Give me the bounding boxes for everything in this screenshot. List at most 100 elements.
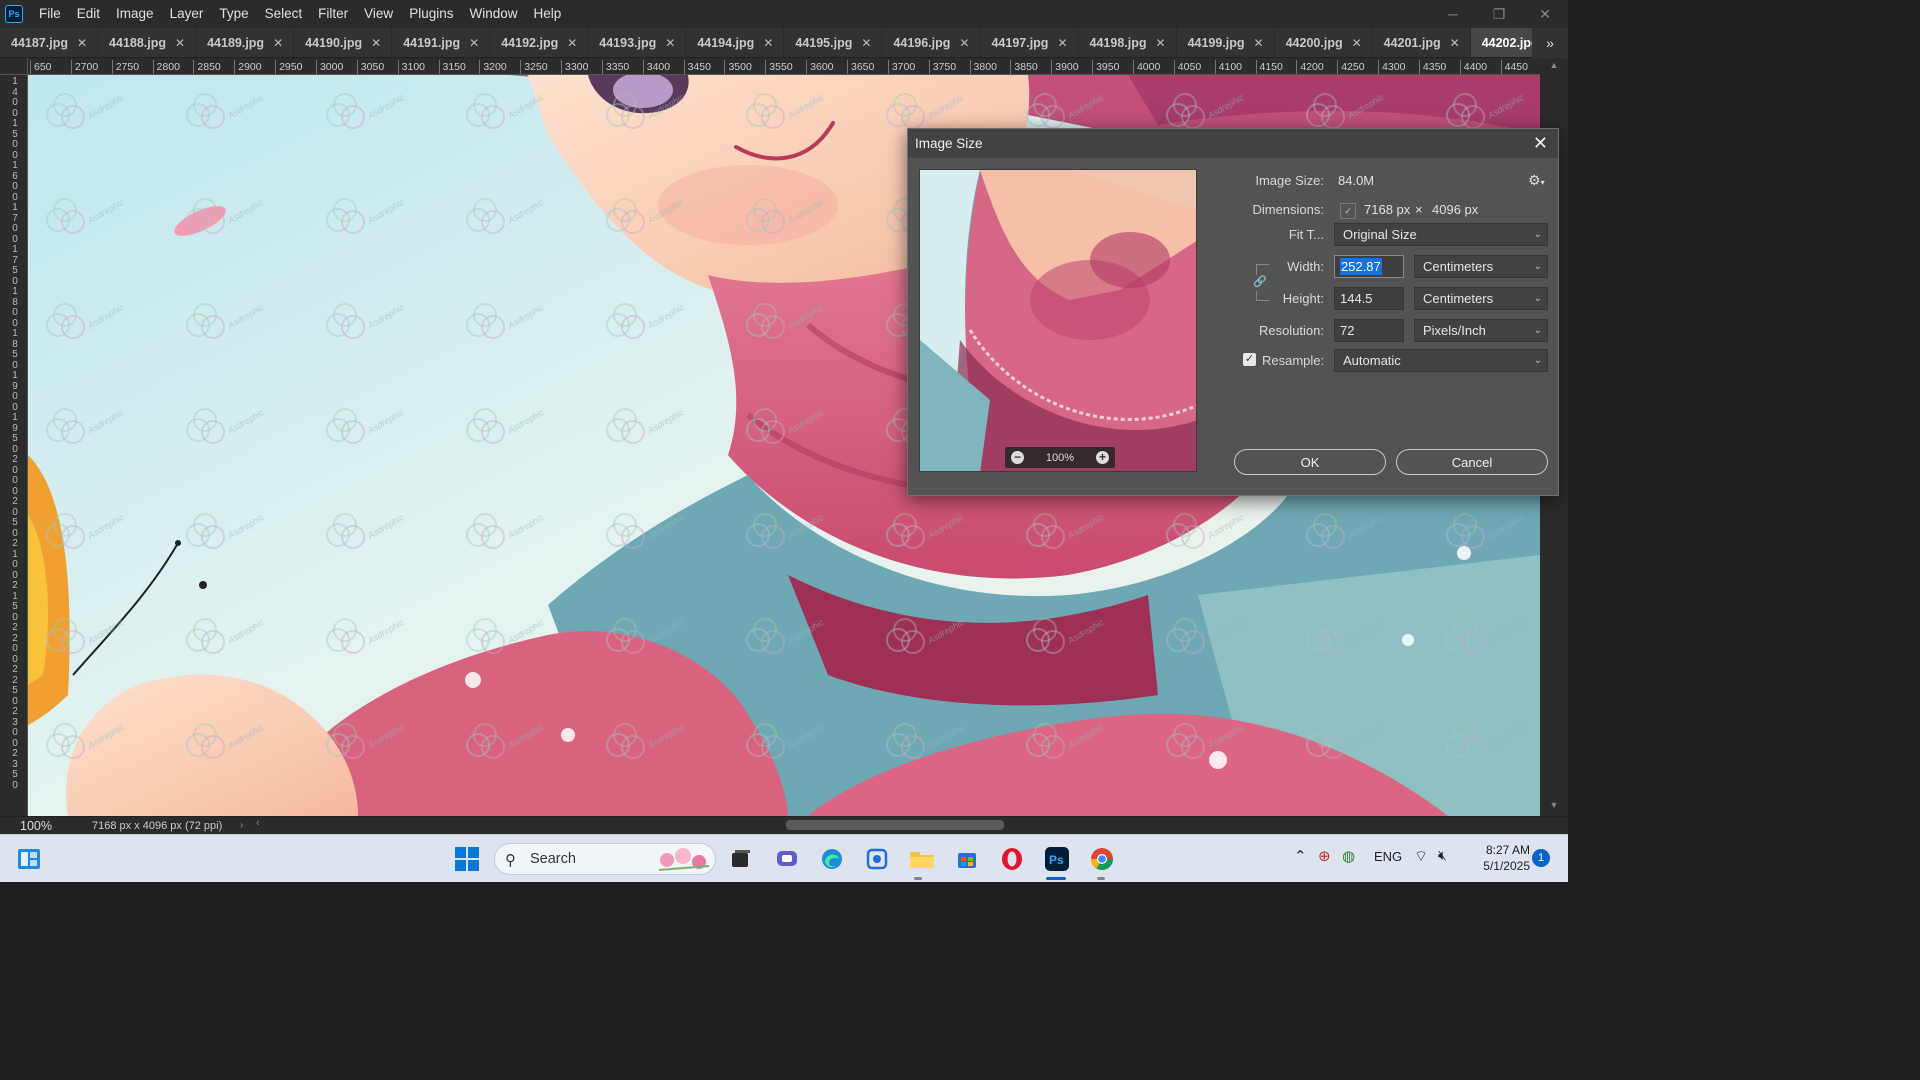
document-tab[interactable]: 44201.jpg ✕	[1373, 28, 1471, 57]
dialog-close-icon[interactable]: ✕	[1533, 133, 1548, 154]
document-tab[interactable]: 44188.jpg ✕	[98, 28, 197, 57]
horizontal-scrollbar[interactable]: ‹	[256, 817, 1540, 830]
tab-close-icon[interactable]: ✕	[1450, 36, 1460, 50]
dimensions-units-chevron-icon[interactable]: ✓	[1340, 203, 1356, 219]
tab-close-icon[interactable]: ✕	[959, 36, 969, 50]
resample-select[interactable]: Automatic ⌄	[1334, 349, 1548, 372]
zoom-in-icon[interactable]: +	[1095, 451, 1109, 464]
windows-start-icon[interactable]	[452, 844, 482, 874]
system-clock[interactable]: 8:27 AM 5/1/2025	[1470, 842, 1530, 874]
document-tab[interactable]: 44198.jpg ✕	[1079, 28, 1177, 57]
ok-button[interactable]: OK	[1234, 449, 1386, 475]
microsoft-store-icon[interactable]	[952, 844, 982, 874]
document-tab[interactable]: 44194.jpg ✕	[686, 28, 785, 57]
security-status-icon[interactable]: ◍	[1342, 847, 1355, 865]
tab-close-icon[interactable]: ✕	[1254, 36, 1264, 50]
tab-close-icon[interactable]: ✕	[567, 36, 577, 50]
ruler-digit: 0	[12, 559, 18, 570]
dialog-title[interactable]: Image Size	[908, 129, 1558, 158]
task-view-icon[interactable]	[726, 844, 756, 874]
menu-select[interactable]: Select	[257, 0, 311, 28]
width-input[interactable]: 252.87	[1334, 255, 1404, 278]
menu-help[interactable]: Help	[525, 0, 569, 28]
document-tab[interactable]: 44200.jpg ✕	[1275, 28, 1373, 57]
menu-edit[interactable]: Edit	[69, 0, 108, 28]
menu-image[interactable]: Image	[108, 0, 162, 28]
horizontal-ruler[interactable]: 650 2700 2750 2800 2850 2900 2950 3000 3050 3100 3…	[28, 58, 1540, 75]
document-tab[interactable]: 44195.jpg ✕	[784, 28, 883, 57]
copilot-icon[interactable]	[862, 844, 892, 874]
restore-button[interactable]: ❐	[1476, 0, 1522, 28]
image-preview[interactable]: − 100% +	[919, 169, 1197, 472]
edge-icon[interactable]	[817, 844, 847, 874]
ruler-tick-label: 2950	[275, 60, 302, 74]
tab-close-icon[interactable]: ✕	[175, 36, 185, 50]
document-tab[interactable]: 44190.jpg ✕	[294, 28, 393, 57]
wifi-icon[interactable]: ⌔	[1414, 847, 1428, 866]
document-tab[interactable]: 44193.jpg ✕	[588, 28, 687, 57]
document-tab[interactable]: 44191.jpg ✕	[392, 28, 491, 57]
taskbar-search[interactable]: ⚲ Search	[494, 843, 716, 875]
menu-view[interactable]: View	[356, 0, 401, 28]
tab-close-icon[interactable]: ✕	[763, 36, 773, 50]
tab-close-icon[interactable]: ✕	[665, 36, 675, 50]
vpn-globe-icon[interactable]: ⊕	[1318, 847, 1331, 865]
tab-close-icon[interactable]: ✕	[273, 36, 283, 50]
document-tab[interactable]: 44189.jpg ✕	[196, 28, 295, 57]
resolution-label: Resolution:	[1258, 323, 1324, 338]
tab-close-icon[interactable]: ✕	[371, 36, 381, 50]
notification-badge[interactable]: 1	[1532, 849, 1550, 867]
document-tab[interactable]: 44187.jpg ✕	[0, 28, 99, 57]
tab-close-icon[interactable]: ✕	[469, 36, 479, 50]
menu-type[interactable]: Type	[211, 0, 256, 28]
dimensions-label: Dimensions:	[1252, 202, 1324, 217]
resolution-input[interactable]: 72	[1334, 319, 1404, 342]
constrain-proportions-link-icon[interactable]: 🔗	[1253, 275, 1267, 291]
height-unit-select[interactable]: Centimeters ⌄	[1414, 287, 1548, 310]
ruler-corner[interactable]	[0, 58, 28, 75]
ruler-digit: 2	[12, 580, 18, 591]
menu-plugins[interactable]: Plugins	[401, 0, 461, 28]
horizontal-scroll-thumb[interactable]	[786, 820, 1004, 830]
document-tab[interactable]: 44197.jpg ✕	[980, 28, 1079, 57]
tab-close-icon[interactable]: ✕	[1057, 36, 1067, 50]
speaker-muted-icon[interactable]: 🔇︎	[1438, 847, 1447, 864]
teams-icon[interactable]	[772, 844, 802, 874]
show-hidden-icons-chevron-icon[interactable]: ⌃	[1294, 847, 1307, 865]
photoshop-logo-icon[interactable]: Ps	[5, 5, 23, 23]
document-tab[interactable]: 44199.jpg ✕	[1177, 28, 1275, 57]
cancel-button[interactable]: Cancel	[1396, 449, 1548, 475]
chrome-icon[interactable]	[1087, 844, 1117, 874]
language-indicator[interactable]: ENG	[1374, 849, 1402, 864]
file-explorer-icon[interactable]	[907, 844, 937, 874]
scroll-down-icon[interactable]: ▼	[1540, 800, 1568, 810]
menu-file[interactable]: File	[31, 0, 69, 28]
zoom-out-icon[interactable]: −	[1011, 451, 1024, 464]
document-tab[interactable]: 44192.jpg ✕	[490, 28, 589, 57]
ruler-tick-label: 2700	[70, 60, 98, 74]
vertical-ruler[interactable]: 1400150016001700175018001850190019502000…	[0, 75, 28, 816]
tab-close-icon[interactable]: ✕	[77, 36, 87, 50]
tab-overflow-button[interactable]: »	[1532, 28, 1568, 58]
opera-icon[interactable]	[997, 844, 1027, 874]
menu-filter[interactable]: Filter	[310, 0, 356, 28]
menu-layer[interactable]: Layer	[162, 0, 212, 28]
menu-window[interactable]: Window	[461, 0, 525, 28]
settings-gear-icon[interactable]: ⚙▾	[1528, 172, 1545, 189]
zoom-level[interactable]: 100%	[0, 819, 62, 833]
minimize-button[interactable]: ─	[1430, 0, 1476, 28]
tab-close-icon[interactable]: ✕	[861, 36, 871, 50]
document-tab[interactable]: 44196.jpg ✕	[882, 28, 981, 57]
close-window-button[interactable]: ✕	[1522, 0, 1568, 28]
resolution-unit-select[interactable]: Pixels/Inch ⌄	[1414, 319, 1548, 342]
scroll-up-icon[interactable]: ▲	[1540, 60, 1568, 70]
width-unit-select[interactable]: Centimeters ⌄	[1414, 255, 1548, 278]
resample-checkbox[interactable]: ✓	[1243, 353, 1256, 366]
tab-close-icon[interactable]: ✕	[1352, 36, 1362, 50]
widgets-icon[interactable]	[17, 848, 41, 870]
photoshop-taskbar-icon[interactable]: Ps	[1042, 844, 1072, 874]
scroll-left-icon[interactable]: ‹	[256, 817, 260, 829]
height-input[interactable]: 144.5	[1334, 287, 1404, 310]
tab-close-icon[interactable]: ✕	[1156, 36, 1166, 50]
fit-to-select[interactable]: Original Size ⌄	[1334, 223, 1548, 246]
